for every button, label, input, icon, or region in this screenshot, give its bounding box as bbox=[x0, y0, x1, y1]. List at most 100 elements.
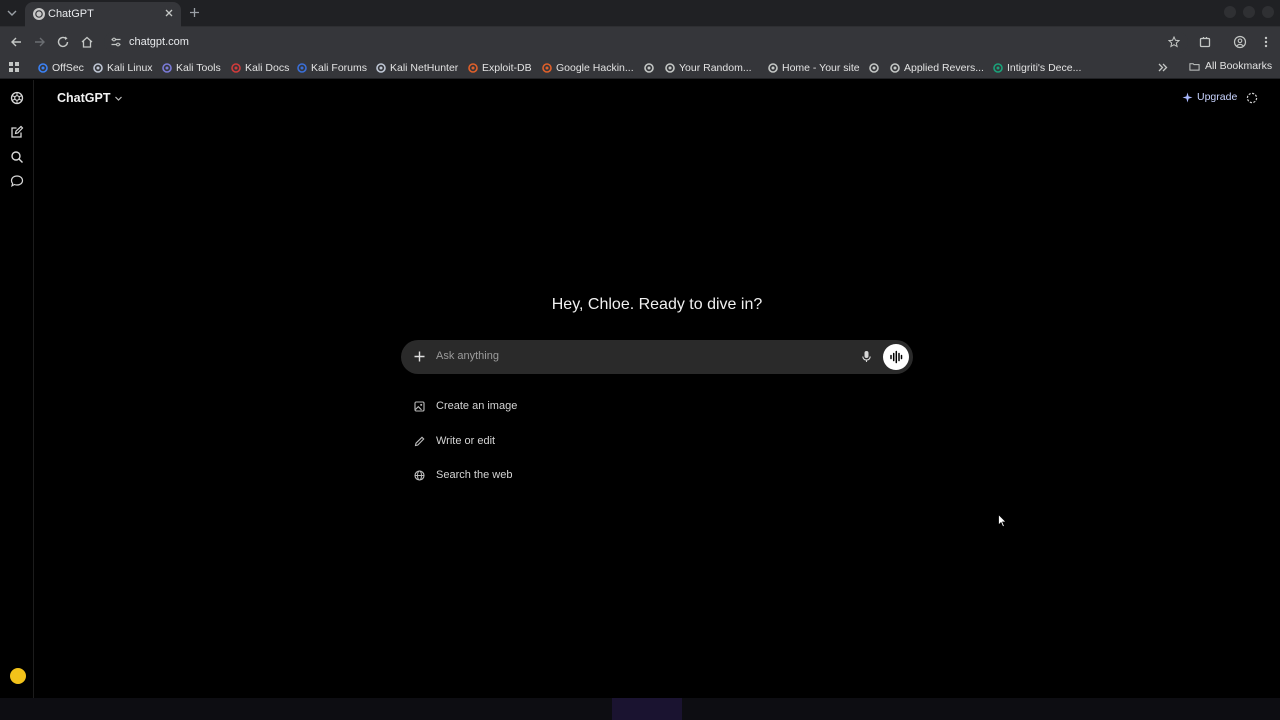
bookmark-item[interactable] bbox=[869, 60, 879, 76]
forward-arrow-icon[interactable] bbox=[33, 35, 47, 49]
bookmark-item[interactable]: Kali Forums bbox=[297, 60, 367, 76]
bookmark-item[interactable]: Kali Tools bbox=[162, 60, 221, 76]
folder-icon bbox=[1189, 62, 1200, 71]
new-chat-icon[interactable] bbox=[10, 125, 24, 139]
microphone-icon[interactable] bbox=[860, 350, 873, 363]
bookmark-label: Exploit-DB bbox=[482, 62, 532, 74]
globe-icon bbox=[869, 63, 879, 73]
suggestion-label: Create an image bbox=[436, 400, 518, 412]
reload-icon[interactable] bbox=[56, 35, 70, 49]
mouse-pointer-icon bbox=[998, 514, 1008, 528]
greeting-heading: Hey, Chloe. Ready to dive in? bbox=[551, 296, 763, 313]
extensions-puzzle-icon[interactable] bbox=[1198, 35, 1212, 49]
bookmark-label: Kali Tools bbox=[176, 62, 221, 74]
window-controls bbox=[1224, 6, 1274, 18]
bookmarks-bar: OffSec Kali Linux Kali Tools Kali Docs Kali … bbox=[0, 57, 1280, 79]
bookmark-item[interactable]: Your Random... bbox=[665, 60, 752, 76]
model-selector[interactable]: ChatGPT bbox=[57, 91, 123, 105]
model-name: ChatGPT bbox=[57, 91, 111, 105]
temporary-chat-icon[interactable] bbox=[1246, 92, 1258, 104]
bookmark-label: Kali NetHunter bbox=[390, 62, 459, 74]
bookmark-label: OffSec bbox=[52, 62, 84, 74]
all-bookmarks-button[interactable]: All Bookmarks bbox=[1189, 60, 1272, 72]
kali-tools-icon bbox=[162, 63, 172, 73]
search-icon[interactable] bbox=[10, 150, 24, 164]
new-tab-plus-icon[interactable] bbox=[188, 6, 201, 19]
openai-favicon-icon bbox=[33, 8, 45, 20]
double-chevron-right-icon[interactable] bbox=[1157, 62, 1168, 73]
chevron-down-icon[interactable] bbox=[5, 6, 19, 20]
app-sidebar bbox=[0, 80, 34, 698]
globe-icon bbox=[890, 63, 900, 73]
upgrade-label: Upgrade bbox=[1197, 91, 1238, 103]
exploit-db-icon bbox=[468, 63, 478, 73]
home-icon[interactable] bbox=[80, 35, 94, 49]
chevron-down-icon bbox=[115, 96, 123, 101]
kali-dragon-icon bbox=[93, 63, 103, 73]
suggestion-create-image[interactable]: Create an image bbox=[411, 396, 711, 431]
address-bar[interactable]: chatgpt.com bbox=[104, 31, 1188, 53]
kali-docs-icon bbox=[231, 63, 241, 73]
suggestion-write-edit[interactable]: Write or edit bbox=[411, 431, 711, 466]
profile-icon[interactable] bbox=[1233, 35, 1247, 49]
app-header: ChatGPT Upgrade bbox=[34, 80, 1280, 118]
kali-forums-icon bbox=[297, 63, 307, 73]
browser-tab[interactable]: ChatGPT bbox=[25, 2, 181, 27]
bookmark-label: Google Hackin... bbox=[556, 62, 634, 74]
tab-title: ChatGPT bbox=[48, 8, 94, 20]
pencil-icon bbox=[414, 436, 425, 447]
taskbar-active-item[interactable] bbox=[612, 698, 682, 720]
avatar[interactable] bbox=[10, 668, 26, 684]
suggestion-search-web[interactable]: Search the web bbox=[411, 465, 711, 500]
bookmark-item[interactable]: OffSec bbox=[38, 60, 84, 76]
bookmark-label: Applied Revers... bbox=[904, 62, 984, 74]
bookmark-label: Home - Your site bbox=[782, 62, 860, 74]
suggestion-label: Search the web bbox=[436, 469, 513, 481]
all-bookmarks-label: All Bookmarks bbox=[1205, 60, 1273, 72]
bookmark-label: Kali Linux bbox=[107, 62, 153, 74]
os-taskbar bbox=[0, 698, 1280, 720]
close-icon[interactable] bbox=[163, 7, 175, 19]
suggestion-list: Create an image Write or edit Search the… bbox=[411, 396, 711, 500]
close-window-button[interactable] bbox=[1262, 6, 1274, 18]
wordpress-icon bbox=[665, 63, 675, 73]
minimize-button[interactable] bbox=[1224, 6, 1236, 18]
image-icon bbox=[414, 401, 425, 412]
bookmark-item[interactable]: Kali NetHunter bbox=[376, 60, 458, 76]
upgrade-button[interactable]: Upgrade bbox=[1182, 91, 1237, 103]
chat-bubble-icon[interactable] bbox=[10, 174, 24, 188]
offsec-icon bbox=[38, 63, 48, 73]
star-icon[interactable] bbox=[1168, 36, 1180, 48]
voice-mode-button[interactable] bbox=[883, 344, 909, 370]
browser-tab-strip: ChatGPT bbox=[0, 0, 1280, 27]
bookmark-item[interactable]: Exploit-DB bbox=[468, 60, 532, 76]
ghdb-icon bbox=[542, 63, 552, 73]
browser-toolbar: chatgpt.com bbox=[0, 27, 1280, 57]
url-text[interactable]: chatgpt.com bbox=[129, 36, 189, 48]
bookmark-label: Your Random... bbox=[679, 62, 752, 74]
globe-icon bbox=[768, 63, 778, 73]
bookmark-item[interactable]: Home - Your site bbox=[768, 60, 860, 76]
prompt-input[interactable]: Ask anything bbox=[436, 350, 499, 362]
site-info-icon[interactable] bbox=[110, 36, 122, 48]
waveform-icon bbox=[890, 350, 903, 364]
plus-icon[interactable] bbox=[413, 350, 426, 363]
apps-grid-icon[interactable] bbox=[8, 61, 20, 73]
bookmark-item[interactable]: Applied Revers... bbox=[890, 60, 984, 76]
kali-dragon-icon bbox=[376, 63, 386, 73]
back-arrow-icon[interactable] bbox=[9, 35, 23, 49]
bookmark-item[interactable] bbox=[644, 60, 654, 76]
bookmark-item[interactable]: Kali Docs bbox=[231, 60, 289, 76]
maximize-button[interactable] bbox=[1243, 6, 1255, 18]
globe-icon bbox=[644, 63, 654, 73]
bookmark-label: Kali Forums bbox=[311, 62, 368, 74]
kebab-menu-icon[interactable] bbox=[1259, 35, 1273, 49]
bookmark-item[interactable]: Kali Linux bbox=[93, 60, 153, 76]
intigriti-icon bbox=[993, 63, 1003, 73]
globe-icon bbox=[414, 470, 425, 481]
composer: Ask anything bbox=[401, 340, 913, 374]
bookmark-item[interactable]: Intigriti's Dece... bbox=[993, 60, 1081, 76]
openai-logo-icon[interactable] bbox=[10, 91, 24, 105]
bookmark-label: Intigriti's Dece... bbox=[1007, 62, 1082, 74]
bookmark-item[interactable]: Google Hackin... bbox=[542, 60, 634, 76]
